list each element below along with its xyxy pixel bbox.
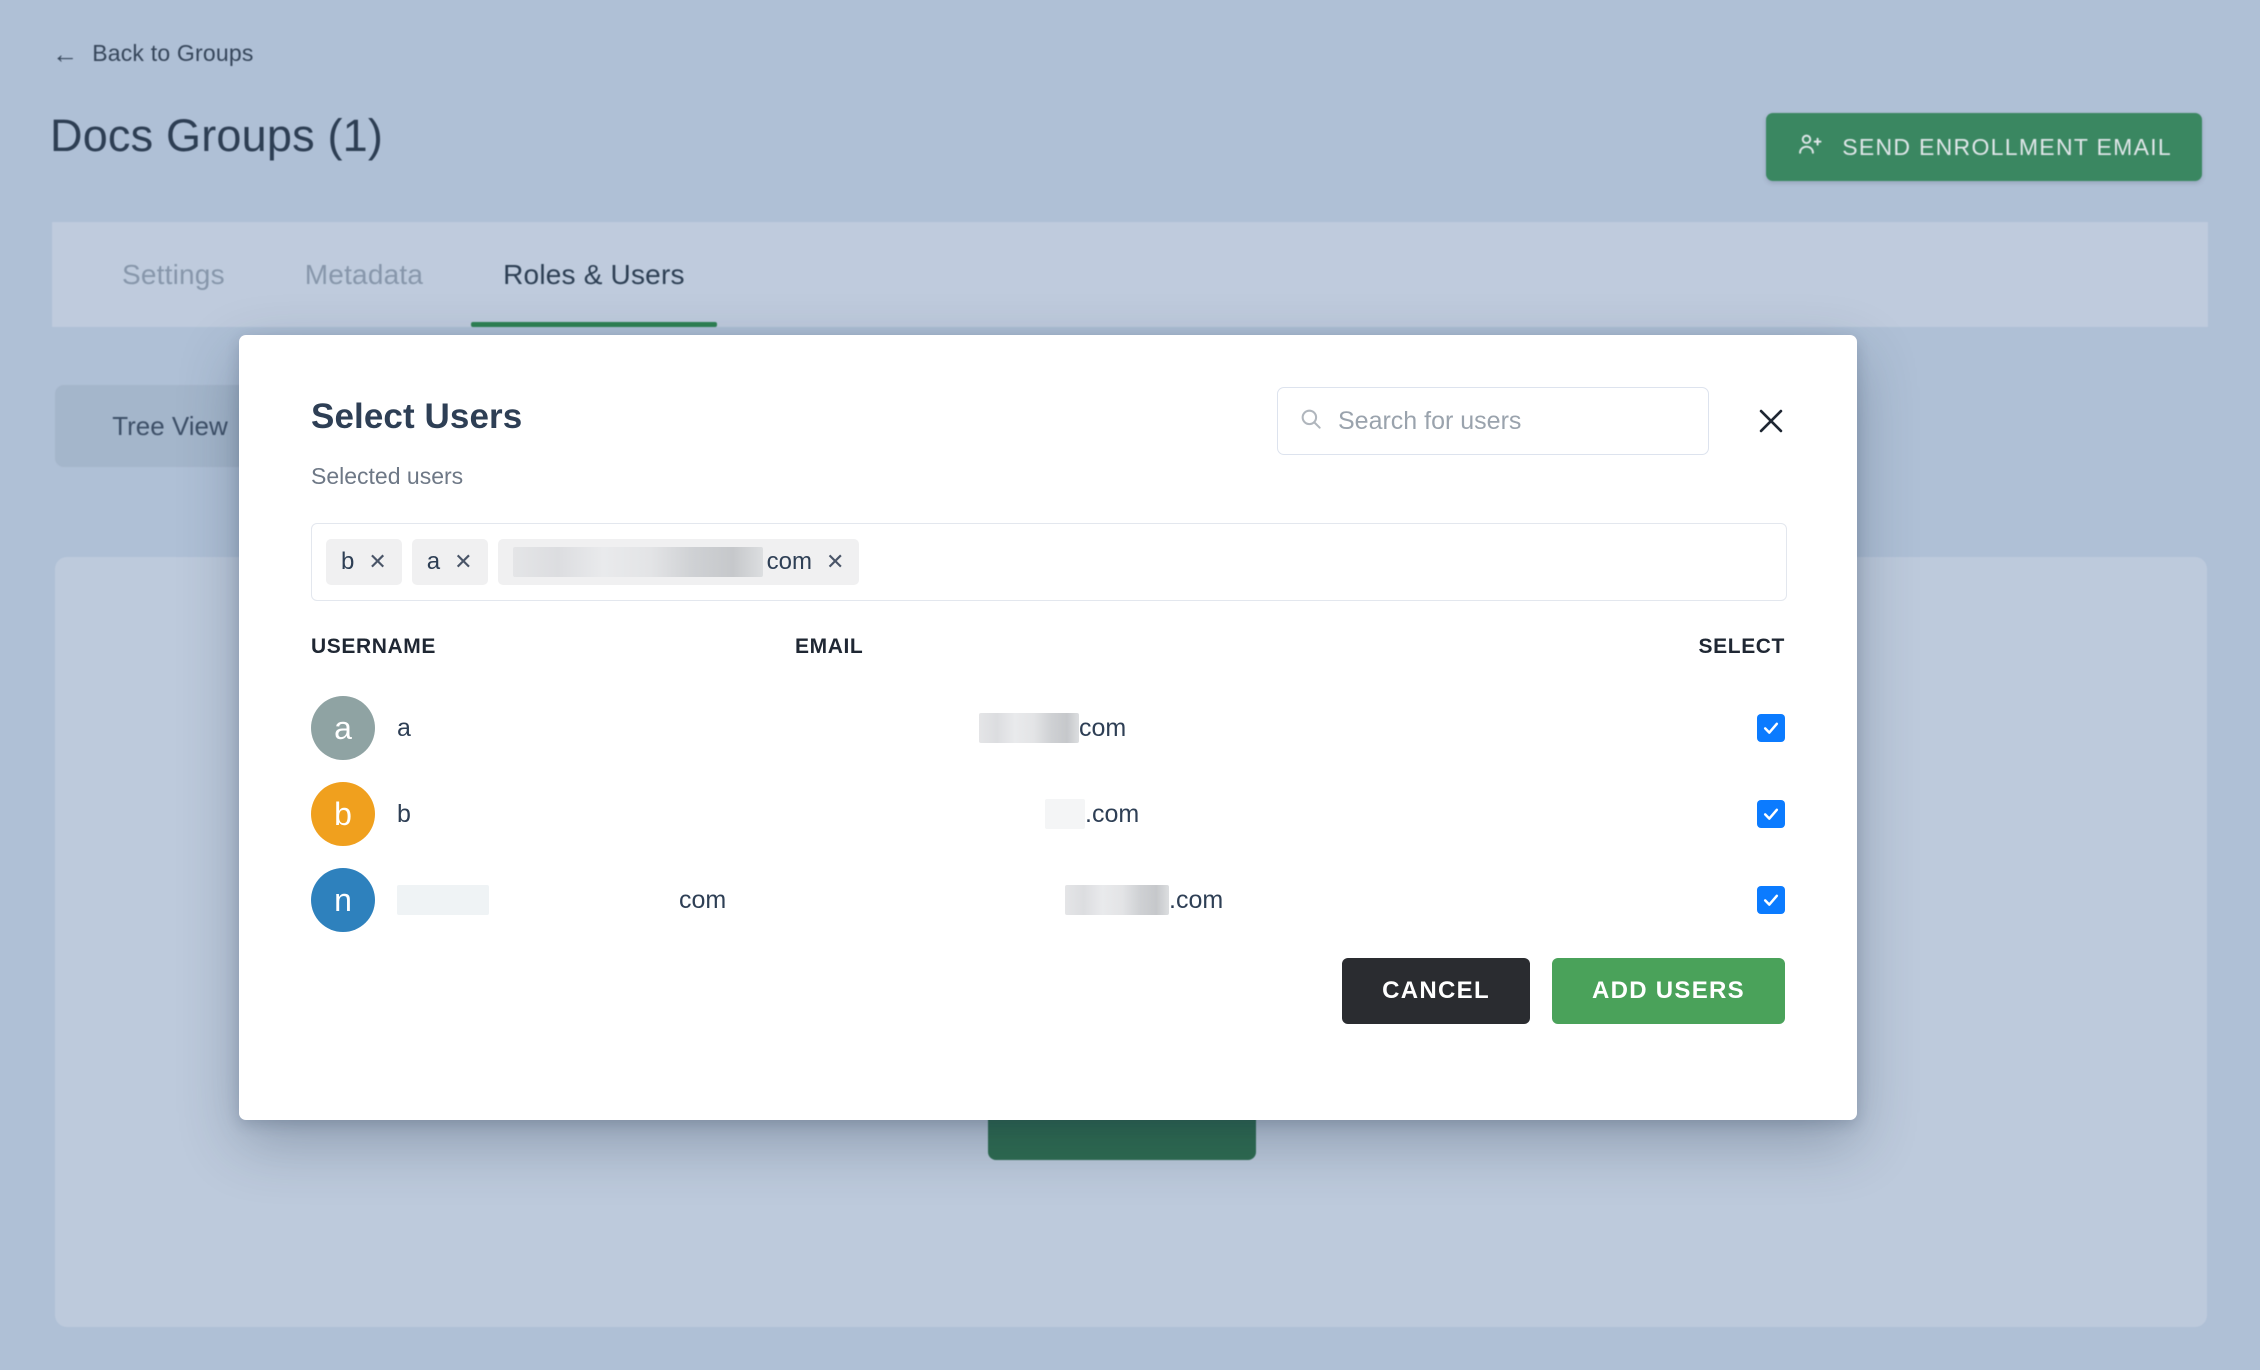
select-checkbox[interactable] bbox=[1757, 800, 1785, 828]
cell-select bbox=[1757, 714, 1785, 742]
redacted-text bbox=[512, 547, 763, 577]
avatar: n bbox=[311, 868, 375, 932]
cell-username: a bbox=[397, 714, 411, 743]
cell-select bbox=[1757, 800, 1785, 828]
username-text: a bbox=[397, 713, 411, 742]
chip-label: com bbox=[766, 548, 812, 575]
column-header-select: SELECT bbox=[1698, 635, 1785, 658]
cell-username: b bbox=[397, 800, 411, 829]
search-input[interactable] bbox=[1338, 406, 1688, 436]
search-box[interactable] bbox=[1277, 387, 1709, 455]
username-text: b bbox=[397, 799, 411, 828]
email-text: com bbox=[1079, 713, 1127, 742]
table-row[interactable]: a a com bbox=[239, 685, 1857, 771]
cell-email: com bbox=[979, 713, 1126, 743]
redacted-text bbox=[1065, 885, 1169, 915]
select-users-dialog: Select Users Selected users b ✕ a ✕ bbox=[239, 335, 1857, 1120]
chip-label: a bbox=[426, 548, 441, 575]
dialog-header: Select Users bbox=[239, 335, 1857, 485]
selected-user-chip[interactable]: com ✕ bbox=[497, 539, 860, 585]
select-checkbox[interactable] bbox=[1757, 886, 1785, 914]
add-users-button[interactable]: ADD USERS bbox=[1551, 958, 1785, 1024]
redacted-text bbox=[979, 713, 1079, 743]
table-row[interactable]: b b .com bbox=[239, 771, 1857, 857]
selected-user-chip[interactable]: b ✕ bbox=[326, 539, 402, 585]
avatar-initial: a bbox=[334, 710, 352, 746]
avatar: b bbox=[311, 782, 375, 846]
selected-users-chips: b ✕ a ✕ com ✕ bbox=[311, 523, 1787, 601]
redacted-text bbox=[397, 885, 489, 915]
chip-remove-icon[interactable]: ✕ bbox=[454, 551, 472, 573]
cancel-button[interactable]: CANCEL bbox=[1342, 958, 1530, 1024]
search-icon bbox=[1298, 406, 1324, 437]
avatar-initial: n bbox=[334, 882, 352, 918]
column-header-email: EMAIL bbox=[795, 635, 864, 658]
chip-remove-icon[interactable]: ✕ bbox=[826, 551, 844, 573]
selected-users-label: Selected users bbox=[311, 463, 464, 489]
select-checkbox[interactable] bbox=[1757, 714, 1785, 742]
selected-user-chip[interactable]: a ✕ bbox=[411, 539, 488, 585]
cell-select bbox=[1757, 886, 1785, 914]
cell-username: com bbox=[397, 885, 726, 915]
chip-label: b bbox=[341, 548, 355, 575]
dialog-actions: CANCEL ADD USERS bbox=[1342, 958, 1785, 1024]
cell-email: .com bbox=[1065, 885, 1223, 915]
table-row[interactable]: n com .com bbox=[239, 857, 1857, 943]
close-icon[interactable] bbox=[1747, 397, 1795, 445]
chip-remove-icon[interactable]: ✕ bbox=[368, 551, 386, 573]
column-header-username: USERNAME bbox=[311, 635, 436, 658]
table-header: USERNAME EMAIL SELECT bbox=[239, 635, 1857, 677]
avatar: a bbox=[311, 696, 375, 760]
redacted-text bbox=[1045, 799, 1085, 829]
email-text: .com bbox=[1085, 799, 1140, 828]
email-text: .com bbox=[1169, 885, 1224, 914]
avatar-initial: b bbox=[334, 796, 352, 832]
username-text: com bbox=[679, 885, 727, 914]
dialog-title: Select Users bbox=[311, 397, 523, 436]
cell-email: .com bbox=[1045, 799, 1139, 829]
